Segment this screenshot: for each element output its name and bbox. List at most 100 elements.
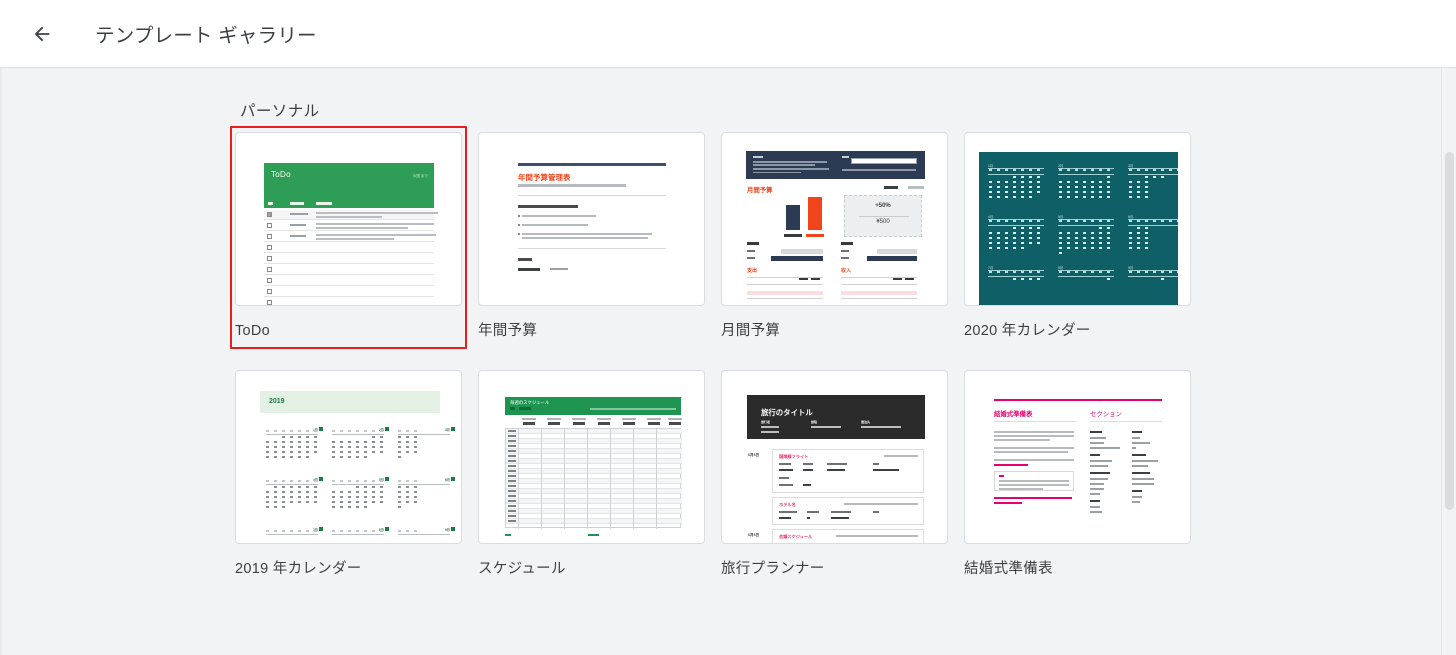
checkbox-icon[interactable] (267, 300, 272, 305)
checkbox-icon[interactable] (267, 267, 272, 273)
template-card-todo[interactable]: ToDo 今週 まで ToDo (230, 126, 467, 349)
travel-entry-heading: 国際線フライト (779, 454, 809, 459)
schedule-grid (505, 428, 682, 529)
monthly-budget-bar-chart (784, 195, 830, 237)
annual-budget-subtitle (518, 184, 626, 187)
travel-entry-heading: 会議スケジュール (779, 534, 813, 539)
todo-header-meta: 今週 まで (412, 174, 428, 178)
calendar-2019-preview: 2019 1月 2月 (250, 383, 455, 543)
annual-budget-step (522, 237, 648, 240)
todo-row (264, 221, 434, 231)
monthly-budget-income-label (841, 242, 853, 246)
wedding-document-preview: 結婚式準備表 セクション (980, 385, 1177, 543)
travel-document-preview: 旅行のタイトル 旅行者 旅程 宿泊先 6月6日 国際線フライト ホテル名 6月6… (736, 383, 935, 543)
template-thumbnail-calendar-2019[interactable]: 2019 1月 2月 (235, 370, 462, 544)
monthly-budget-document-preview: 月間予算 +50% ¥500 支出 収入 (737, 143, 934, 305)
monthly-budget-title: 月間予算 (747, 187, 773, 194)
template-card-wedding-planner[interactable]: 結婚式準備表 セクション 結婚式準備表 (964, 370, 1191, 578)
page-title: テンプレート ギャラリー (95, 25, 317, 47)
annual-budget-document-preview: 年間予算管理表 (500, 147, 686, 305)
todo-row (264, 232, 436, 242)
template-thumbnail-schedule[interactable]: 毎週のスケジュール (478, 370, 705, 544)
travel-entry-card: ホテル名 (772, 497, 924, 525)
back-button[interactable] (22, 14, 62, 54)
template-card-calendar-2019[interactable]: 2019 1月 2月 (235, 370, 462, 578)
app-header: テンプレート ギャラリー (0, 0, 1456, 68)
annual-budget-step (522, 224, 588, 227)
template-thumbnail-todo[interactable]: ToDo 今週 まで (235, 132, 462, 306)
todo-row (264, 243, 434, 253)
template-thumbnail-monthly-budget[interactable]: 月間予算 +50% ¥500 支出 収入 (721, 132, 948, 306)
travel-entry-date: 6月6日 (748, 533, 760, 537)
todo-row (264, 287, 434, 297)
annual-budget-row-value (550, 268, 568, 271)
todo-row (264, 254, 434, 264)
checkbox-icon[interactable] (267, 289, 272, 295)
template-card-monthly-budget[interactable]: 月間予算 +50% ¥500 支出 収入 月間予算 (721, 132, 948, 340)
template-label-calendar-2020[interactable]: 2020 年カレンダー (964, 322, 1191, 340)
template-card-annual-budget[interactable]: 年間予算管理表 年間予算 (478, 132, 705, 340)
wedding-title: 結婚式準備表 (994, 411, 1033, 418)
checkbox-icon[interactable] (267, 278, 272, 284)
calendar-2019-year: 2019 (269, 398, 285, 405)
stat-secondary-value: ¥500 (876, 219, 890, 225)
section-title-personal: パーソナル (240, 103, 320, 120)
annual-budget-step (522, 233, 652, 236)
template-label-calendar-2019[interactable]: 2019 年カレンダー (235, 560, 462, 578)
monthly-budget-expense-label (747, 242, 759, 246)
schedule-footer-mark (588, 534, 599, 537)
stat-primary-value: +50% (875, 203, 891, 209)
todo-header: ToDo 今週 まで (264, 163, 434, 199)
template-label-wedding-planner[interactable]: 結婚式準備表 (964, 560, 1191, 578)
divider (518, 195, 666, 196)
template-thumbnail-annual-budget[interactable]: 年間予算管理表 (478, 132, 705, 306)
monthly-budget-income-heading: 収入 (841, 268, 852, 274)
checkbox-icon[interactable] (267, 245, 272, 251)
scrollbar-thumb[interactable] (1445, 152, 1454, 510)
template-label-monthly-budget[interactable]: 月間予算 (721, 322, 948, 340)
monthly-budget-hero (746, 151, 925, 179)
annual-budget-settings-label (518, 258, 532, 262)
schedule-header: 毎週のスケジュール (505, 397, 681, 415)
todo-column-headers (264, 199, 434, 208)
arrow-left-icon (31, 23, 53, 45)
vertical-scrollbar[interactable] (1441, 68, 1456, 655)
monthly-budget-expense-heading: 支出 (747, 268, 758, 274)
annual-budget-step (522, 215, 596, 218)
template-label-schedule[interactable]: スケジュール (478, 560, 705, 578)
template-card-calendar-2020[interactable]: 1月 2月 3月 4月 5月 6月 7月 8月 9月 2020 年カレンダー (964, 132, 1191, 340)
annual-budget-title: 年間予算管理表 (518, 173, 571, 182)
travel-header: 旅行のタイトル 旅行者 旅程 宿泊先 (747, 395, 925, 439)
bar-planned (786, 205, 800, 230)
template-card-travel-planner[interactable]: 旅行のタイトル 旅行者 旅程 宿泊先 6月6日 国際線フライト ホテル名 6月6… (721, 370, 948, 578)
checkbox-icon[interactable] (267, 256, 272, 262)
travel-title: 旅行のタイトル (761, 408, 813, 417)
template-thumbnail-wedding-planner[interactable]: 結婚式準備表 セクション (964, 370, 1191, 544)
template-label-todo[interactable]: ToDo (235, 322, 462, 340)
template-label-travel-planner[interactable]: 旅行プランナー (721, 560, 948, 578)
monthly-budget-input[interactable] (851, 158, 917, 164)
todo-row (264, 298, 434, 305)
template-card-schedule[interactable]: 毎週のスケジュール スケジュール (478, 370, 705, 578)
travel-entry-date: 6月6日 (748, 453, 760, 457)
annual-budget-row-label (518, 268, 540, 272)
todo-row (264, 210, 438, 220)
checkbox-icon[interactable] (267, 212, 272, 218)
travel-entry-card: 会議スケジュール (772, 529, 924, 543)
annual-budget-section-heading (518, 205, 578, 209)
schedule-title: 毎週のスケジュール (510, 400, 550, 405)
wedding-top-rule (994, 399, 1162, 401)
calendar-2020-preview: 1月 2月 3月 4月 5月 6月 7月 8月 9月 (979, 152, 1178, 305)
todo-row (264, 265, 434, 275)
schedule-document-preview: 毎週のスケジュール (495, 384, 690, 543)
template-thumbnail-travel-planner[interactable]: 旅行のタイトル 旅行者 旅程 宿泊先 6月6日 国際線フライト ホテル名 6月6… (721, 370, 948, 544)
travel-entry-card: 国際線フライト (772, 449, 924, 493)
template-label-annual-budget[interactable]: 年間予算 (478, 322, 705, 340)
todo-document-preview: ToDo 今週 まで (254, 153, 444, 305)
todo-header-title: ToDo (271, 170, 291, 179)
gallery-scroll-region[interactable]: パーソナル ToDo 今週 まで ToDo 年間予算管理表 年間予算 月間予算 … (0, 68, 1456, 655)
checkbox-icon[interactable] (267, 234, 272, 240)
template-thumbnail-calendar-2020[interactable]: 1月 2月 3月 4月 5月 6月 7月 8月 9月 (964, 132, 1191, 306)
schedule-footer-mark (505, 534, 511, 537)
checkbox-icon[interactable] (267, 223, 272, 229)
